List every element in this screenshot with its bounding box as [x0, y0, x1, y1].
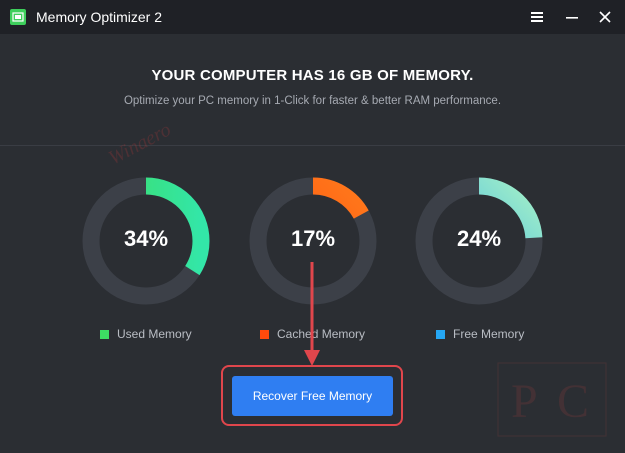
legend-label: Free Memory [453, 327, 525, 341]
free-memory-percent: 24% [456, 226, 502, 251]
menu-icon[interactable] [528, 8, 546, 26]
used-memory-percent: 34% [123, 226, 169, 251]
recover-free-memory-button[interactable]: Recover Free Memory [232, 376, 393, 416]
legend-label: Used Memory [117, 327, 192, 341]
memory-heading: YOUR COMPUTER HAS 16 GB OF MEMORY. [151, 67, 474, 84]
annotation-arrow-icon [304, 262, 320, 366]
memory-subheading: Optimize your PC memory in 1-Click for f… [123, 95, 502, 107]
close-icon[interactable] [596, 8, 614, 26]
app-title: Memory Optimizer 2 [36, 9, 163, 25]
svg-text:P: P [511, 375, 538, 428]
memory-chip-icon [10, 9, 26, 25]
legend-used-memory: Used Memory [100, 327, 192, 343]
used-memory-gauge: 34% [82, 177, 210, 305]
minimize-icon[interactable] [563, 8, 581, 26]
pc-watermark-logo: P C [497, 362, 607, 437]
legend-free-memory: Free Memory [436, 327, 524, 343]
title-bar: Memory Optimizer 2 [0, 0, 625, 34]
cached-memory-percent: 17% [290, 226, 336, 251]
legend-swatch [260, 330, 269, 339]
divider [0, 145, 625, 146]
legend-swatch [436, 330, 445, 339]
watermark-text: Winaero [105, 118, 175, 170]
svg-text:C: C [557, 375, 589, 428]
legend-swatch [100, 330, 109, 339]
free-memory-gauge: 24% [415, 177, 543, 305]
